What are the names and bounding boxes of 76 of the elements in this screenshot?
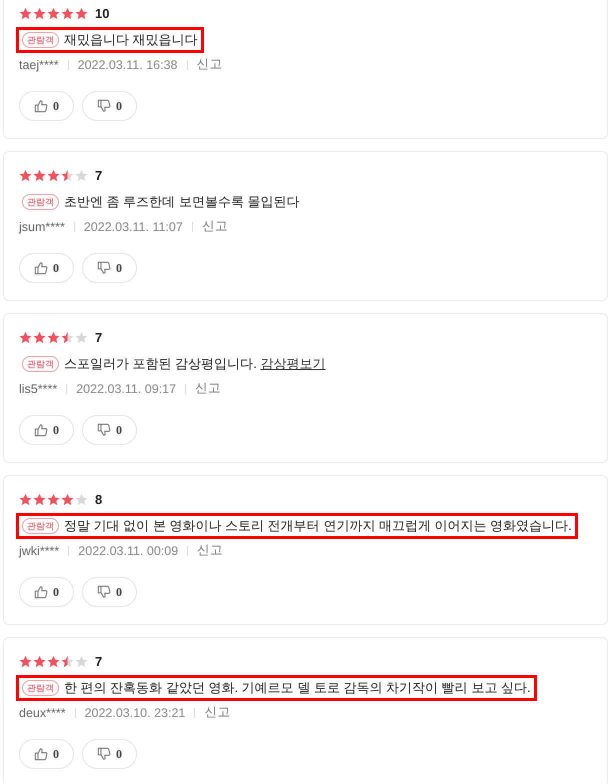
username: deux**** <box>19 706 66 720</box>
like-button[interactable]: 0 <box>19 739 74 769</box>
thumbs-up-icon <box>34 585 48 599</box>
score: 10 <box>95 6 110 20</box>
score: 7 <box>95 330 102 344</box>
dislike-button[interactable]: 0 <box>82 739 137 769</box>
review-text: 재밌읍니다 재밌읍니다 <box>64 31 198 49</box>
like-button[interactable]: 0 <box>19 577 74 607</box>
username: taej**** <box>19 58 59 72</box>
star-icon <box>33 492 46 506</box>
viewer-badge: 관람객 <box>22 356 59 372</box>
viewer-badge: 관람객 <box>22 32 59 48</box>
review-date: 2022.03.11. 00:09 <box>78 544 178 558</box>
report-link[interactable]: 신고 <box>197 542 224 559</box>
review-text: 정말 기대 없이 본 영화이나 스토리 전개부터 연기까지 매끄럽게 이어지는 영화였습니다. <box>64 517 572 535</box>
star-icon <box>47 654 60 668</box>
star-icon <box>47 330 60 344</box>
star-icon <box>61 492 74 506</box>
thumbs-up-icon <box>34 261 48 275</box>
thumbs-down-icon <box>97 585 111 599</box>
review-date: 2022.03.11. 09:17 <box>76 382 176 396</box>
star-icon <box>61 6 74 20</box>
dislike-button[interactable]: 0 <box>82 415 137 445</box>
thumbs-up-icon <box>34 747 48 761</box>
score: 8 <box>95 492 102 506</box>
viewer-badge: 관람객 <box>22 680 59 696</box>
thumbs-down-icon <box>97 423 111 437</box>
viewer-badge: 관람객 <box>22 518 59 534</box>
like-button[interactable]: 0 <box>19 415 74 445</box>
spoiler-link[interactable]: 감상평보기 <box>260 356 326 371</box>
dislike-button[interactable]: 0 <box>82 577 137 607</box>
star-icon <box>61 168 74 182</box>
review-text: 스포일러가 포함된 감상평입니다. 감상평보기 <box>64 355 326 373</box>
star-icon <box>19 6 32 20</box>
star-icon <box>75 6 88 20</box>
thumbs-down-icon <box>97 747 111 761</box>
username: lis5**** <box>19 382 58 396</box>
username: jwki**** <box>19 544 60 558</box>
review-date: 2022.03.10. 23:21 <box>84 706 186 720</box>
score: 7 <box>95 654 102 668</box>
like-button[interactable]: 0 <box>19 253 74 283</box>
star-icon <box>61 330 74 344</box>
star-icon <box>33 6 46 20</box>
thumbs-down-icon <box>97 99 111 113</box>
star-icon <box>75 330 88 344</box>
star-icon <box>61 654 74 668</box>
dislike-button[interactable]: 0 <box>82 91 137 121</box>
star-icon <box>33 654 46 668</box>
thumbs-down-icon <box>97 261 111 275</box>
star-icon <box>19 168 32 182</box>
star-icon <box>75 492 88 506</box>
review-text: 초반엔 좀 루즈한데 보면볼수록 몰입된다 <box>64 193 300 211</box>
star-icon <box>33 330 46 344</box>
username: jsum**** <box>19 220 65 234</box>
report-link[interactable]: 신고 <box>204 704 230 721</box>
review-text: 한 편의 잔혹동화 같았던 영화. 기예르모 델 토로 감독의 차기작이 빨리 보고 싶다. <box>64 679 531 697</box>
dislike-button[interactable]: 0 <box>82 253 137 283</box>
star-icon <box>19 654 32 668</box>
viewer-badge: 관람객 <box>22 194 59 210</box>
report-link[interactable]: 신고 <box>195 380 222 397</box>
star-icon <box>19 330 32 344</box>
score: 7 <box>95 168 102 182</box>
star-icon <box>75 168 88 182</box>
star-icon <box>47 492 60 506</box>
thumbs-up-icon <box>34 423 48 437</box>
star-icon <box>47 6 60 20</box>
like-button[interactable]: 0 <box>19 91 74 121</box>
star-icon <box>75 654 88 668</box>
star-icon <box>47 168 60 182</box>
report-link[interactable]: 신고 <box>202 218 228 235</box>
thumbs-up-icon <box>34 99 48 113</box>
star-icon <box>33 168 46 182</box>
review-date: 2022.03.11. 16:38 <box>78 58 178 72</box>
report-link[interactable]: 신고 <box>196 56 222 73</box>
review-date: 2022.03.11. 11:07 <box>84 220 183 234</box>
star-icon <box>19 492 32 506</box>
